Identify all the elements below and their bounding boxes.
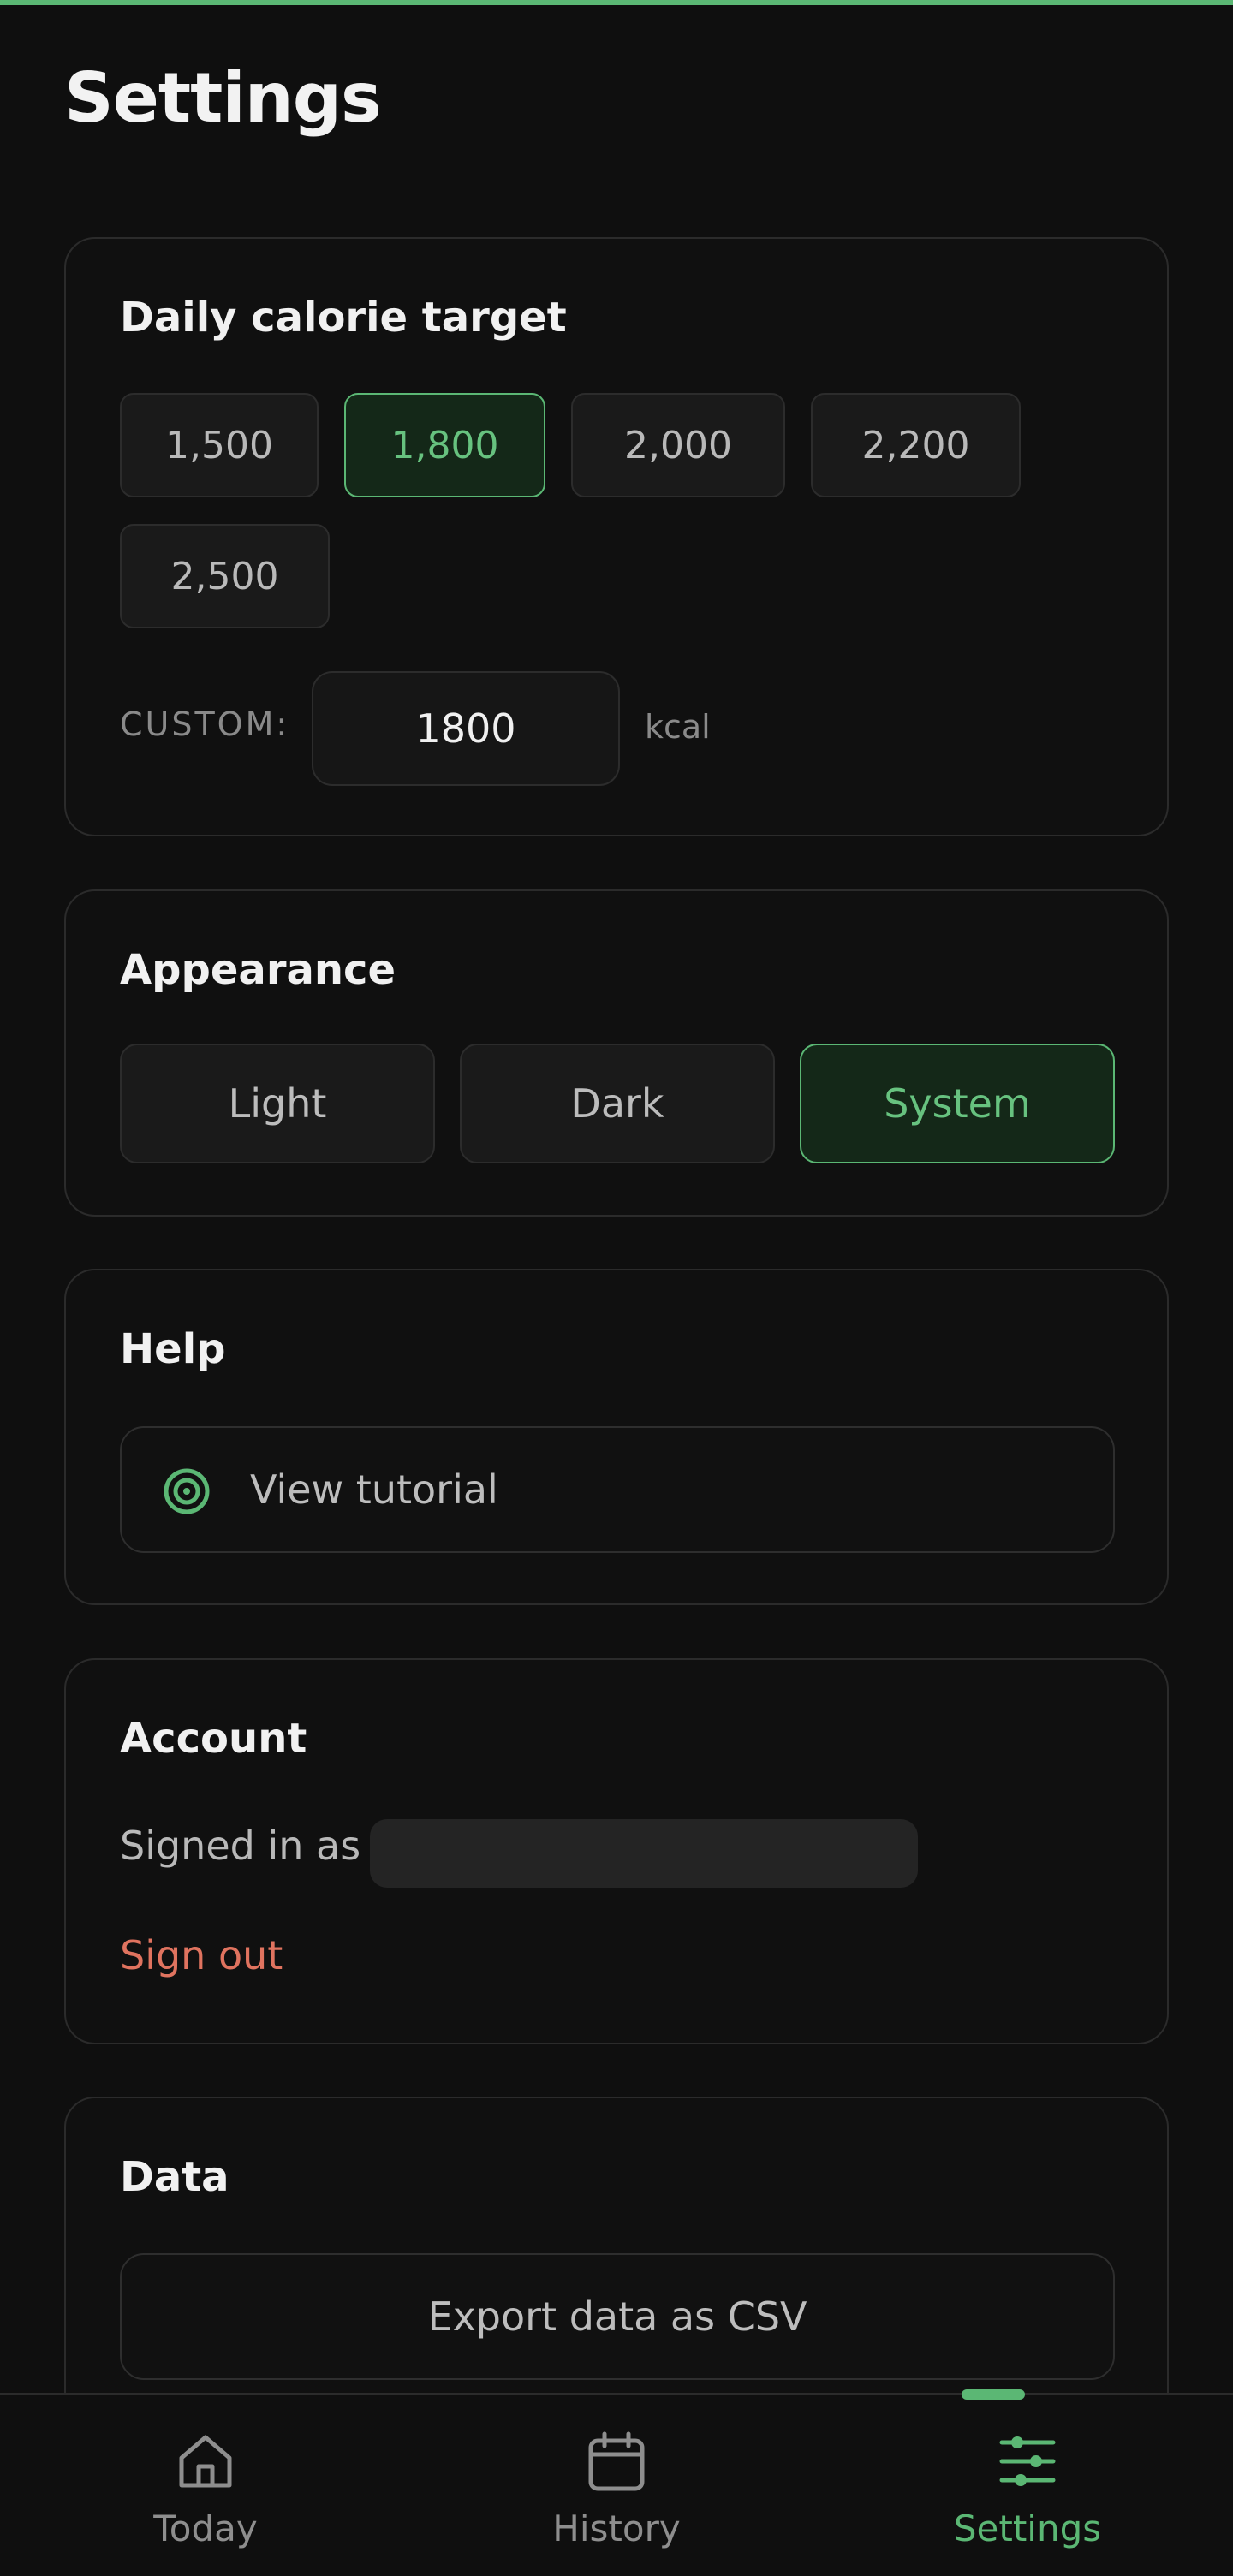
help-title: Help: [120, 1325, 226, 1373]
preset-chip-2000[interactable]: 2,000: [571, 393, 785, 497]
sliders-icon: [999, 2436, 1056, 2486]
account-title: Account: [120, 1715, 307, 1763]
sign-out-link[interactable]: Sign out: [120, 1932, 283, 1978]
nav-label-settings: Settings: [953, 2508, 1102, 2549]
top-accent-bar: [0, 0, 1233, 5]
view-tutorial-label: View tutorial: [250, 1466, 498, 1513]
preset-chip-1500[interactable]: 1,500: [120, 393, 319, 497]
preset-chip-2500[interactable]: 2,500: [120, 524, 330, 628]
calorie-target-title: Daily calorie target: [120, 294, 567, 342]
appearance-system-button[interactable]: System: [800, 1044, 1115, 1163]
preset-chip-1800[interactable]: 1,800: [344, 393, 545, 497]
help-card: Help View tutorial: [64, 1269, 1169, 1605]
appearance-light-button[interactable]: Light: [120, 1044, 435, 1163]
nav-item-history[interactable]: History: [411, 2395, 822, 2576]
data-title: Data: [120, 2153, 229, 2201]
account-card: Account Signed in as Sign out: [64, 1658, 1169, 2044]
nav-label-history: History: [552, 2508, 681, 2549]
custom-calorie-input[interactable]: [312, 671, 620, 786]
kcal-unit: kcal: [645, 708, 711, 746]
view-tutorial-button[interactable]: View tutorial: [120, 1426, 1115, 1553]
active-tab-indicator: [962, 2389, 1025, 2400]
export-csv-button[interactable]: Export data as CSV: [120, 2253, 1115, 2380]
redacted-email: [370, 1819, 918, 1888]
nav-item-today[interactable]: Today: [0, 2395, 411, 2576]
page-title: Settings: [64, 58, 382, 138]
appearance-title: Appearance: [120, 946, 396, 994]
home-icon: [179, 2435, 232, 2488]
target-icon: [164, 1468, 210, 1514]
bottom-nav: Today History Settings: [0, 2389, 1233, 2576]
nav-label-today: Today: [153, 2508, 258, 2549]
appearance-dark-button[interactable]: Dark: [460, 1044, 775, 1163]
calorie-target-card: Daily calorie target 1,500 1,800 2,000 2…: [64, 237, 1169, 836]
calendar-icon: [588, 2431, 645, 2491]
appearance-card: Appearance Light Dark System: [64, 889, 1169, 1217]
custom-label: CUSTOM:: [120, 705, 290, 743]
nav-item-settings[interactable]: Settings: [822, 2389, 1233, 2576]
preset-chip-2200[interactable]: 2,200: [811, 393, 1021, 497]
signed-in-label: Signed in as: [120, 1823, 361, 1869]
